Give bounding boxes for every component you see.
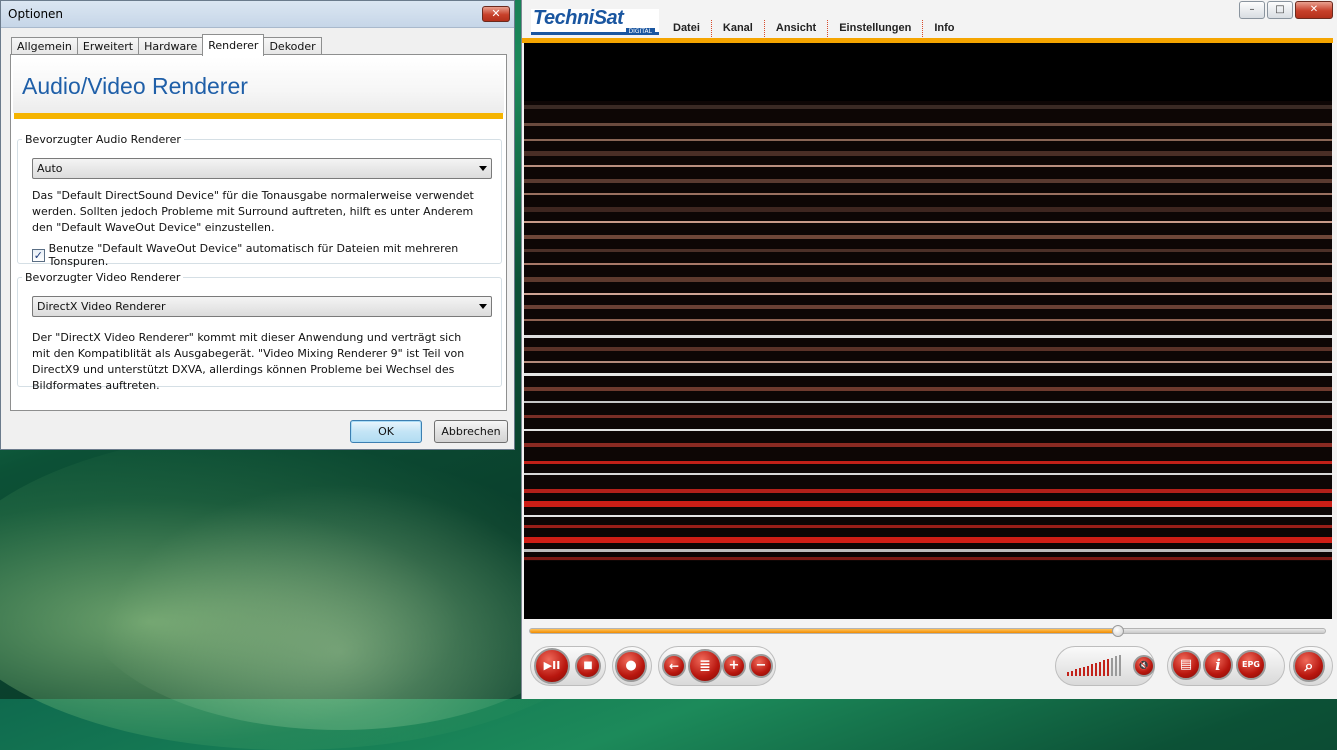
technisat-player-window: TechniSat DIGITAL Datei Kanal Ansicht Ei… xyxy=(521,0,1337,699)
logo-subtext: DIGITAL xyxy=(625,28,655,35)
mute-button[interactable]: 🔇 xyxy=(1133,655,1155,677)
menu-info[interactable]: Info xyxy=(923,20,965,37)
header-accent-bar xyxy=(14,113,503,119)
channel-list-button[interactable]: ≣ xyxy=(688,649,722,683)
video-renderer-value: DirectX Video Renderer xyxy=(37,300,166,313)
dialog-close-button[interactable]: ✕ xyxy=(482,6,510,22)
channel-minus-button[interactable]: − xyxy=(749,654,773,678)
dialog-title: Optionen xyxy=(8,7,64,21)
volume-bar-segment xyxy=(1083,666,1085,676)
ok-button[interactable]: OK xyxy=(350,420,422,443)
stop-button[interactable]: ■ xyxy=(575,653,601,679)
volume-bar-segment xyxy=(1099,661,1101,676)
cancel-button[interactable]: Abbrechen xyxy=(434,420,508,443)
logo-text: TechniSat xyxy=(533,7,624,29)
menu-ansicht[interactable]: Ansicht xyxy=(765,20,829,37)
panel-header: Audio/Video Renderer xyxy=(13,57,504,113)
info-button[interactable]: i xyxy=(1203,650,1233,680)
waveout-checkbox-label: Benutze "Default WaveOut Device" automat… xyxy=(48,242,459,268)
tab-strip: Allgemein Erweitert Hardware Renderer De… xyxy=(11,34,322,57)
volume-bar-segment xyxy=(1103,660,1105,676)
menu-kanal[interactable]: Kanal xyxy=(712,20,765,37)
video-area[interactable] xyxy=(524,43,1332,619)
volume-bar-segment xyxy=(1067,672,1069,676)
seek-bar[interactable] xyxy=(529,625,1326,637)
volume-bar-segment xyxy=(1119,655,1121,676)
video-renderer-select[interactable]: DirectX Video Renderer xyxy=(32,296,492,317)
video-frame-glitch-lines xyxy=(524,101,1332,561)
volume-bar-segment xyxy=(1115,656,1117,676)
channel-plus-button[interactable]: + xyxy=(722,654,746,678)
page-title: Audio/Video Renderer xyxy=(22,73,248,99)
renderer-panel: Audio/Video Renderer Bevorzugter Audio R… xyxy=(10,54,507,411)
chevron-down-icon xyxy=(479,304,487,309)
video-renderer-description: Der "DirectX Video Renderer" kommt mit d… xyxy=(32,331,465,392)
record-button[interactable]: ● xyxy=(615,650,647,682)
options-dialog: Optionen ✕ Allgemein Erweitert Hardware … xyxy=(0,0,515,450)
audio-renderer-select[interactable]: Auto xyxy=(32,158,492,179)
volume-bar-segment xyxy=(1107,659,1109,676)
search-button[interactable]: ⌕ xyxy=(1293,650,1325,682)
menu-einstellungen[interactable]: Einstellungen xyxy=(828,20,924,37)
volume-bar-segment xyxy=(1079,668,1081,676)
volume-bar-segment xyxy=(1091,664,1093,676)
tab-renderer[interactable]: Renderer xyxy=(202,34,265,56)
waveout-checkbox[interactable]: ✓ xyxy=(32,248,45,262)
menu-bar: Datei Kanal Ansicht Einstellungen Info xyxy=(662,20,966,37)
technisat-logo: TechniSat DIGITAL xyxy=(531,7,659,35)
seek-bar-handle[interactable] xyxy=(1112,625,1125,637)
maximize-button[interactable]: □ xyxy=(1267,1,1293,19)
volume-bar-segment xyxy=(1075,669,1077,676)
volume-bar-segment xyxy=(1087,665,1089,676)
dialog-titlebar[interactable]: Optionen ✕ xyxy=(1,1,514,28)
close-button[interactable]: ✕ xyxy=(1295,1,1333,19)
epg-button[interactable]: EPG xyxy=(1236,650,1266,680)
teletext-button[interactable]: ▤ xyxy=(1171,650,1201,680)
volume-bar-segment xyxy=(1111,657,1113,676)
menu-datei[interactable]: Datei xyxy=(662,20,712,37)
audio-renderer-value: Auto xyxy=(37,162,63,175)
volume-bar-segment xyxy=(1095,662,1097,676)
minimize-button[interactable]: – xyxy=(1239,1,1265,19)
back-button[interactable]: ← xyxy=(662,654,686,678)
window-controls: – □ ✕ xyxy=(1237,1,1333,19)
play-pause-button[interactable]: ▶II xyxy=(534,648,570,684)
waveout-checkbox-row[interactable]: ✓ Benutze "Default WaveOut Device" autom… xyxy=(32,242,506,268)
seek-bar-progress xyxy=(530,629,1119,633)
video-renderer-legend: Bevorzugter Video Renderer xyxy=(25,271,181,284)
volume-bar-segment xyxy=(1071,670,1073,676)
audio-renderer-legend: Bevorzugter Audio Renderer xyxy=(25,133,181,146)
volume-slider[interactable] xyxy=(1067,652,1123,676)
chevron-down-icon xyxy=(479,166,487,171)
audio-renderer-description: Das "Default DirectSound Device" für die… xyxy=(32,189,474,234)
